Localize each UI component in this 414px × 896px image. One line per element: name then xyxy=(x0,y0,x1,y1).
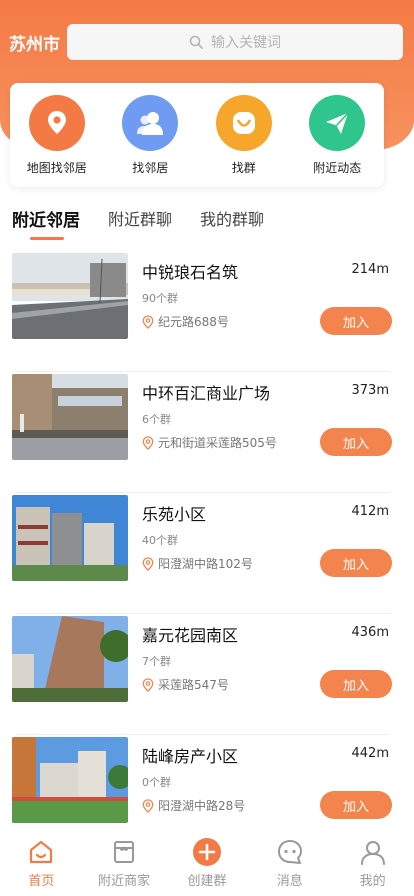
quick-action-nearby-feed[interactable]: 附近动态 xyxy=(291,95,383,176)
community-photo xyxy=(12,253,128,339)
distance: 442m xyxy=(351,746,389,761)
search-placeholder: 输入关键词 xyxy=(211,35,281,51)
store-icon xyxy=(110,836,138,868)
community-photo xyxy=(12,495,128,581)
join-button[interactable]: 加入 xyxy=(320,549,392,577)
community-name: 中环百汇商业广场 xyxy=(142,384,271,403)
nav-nearby-stores[interactable]: 附近商家 xyxy=(83,836,165,889)
quick-action-label: 找群 xyxy=(231,161,256,175)
message-icon xyxy=(276,836,304,868)
join-button[interactable]: 加入 xyxy=(320,307,392,335)
nav-profile[interactable]: 我的 xyxy=(332,836,414,889)
location-icon xyxy=(142,556,154,571)
address: 元和街道采莲路505号 xyxy=(142,434,277,451)
address-text: 纪元路688号 xyxy=(158,315,229,329)
nav-home[interactable]: 首页 xyxy=(0,836,82,889)
search-icon xyxy=(189,35,203,49)
address-text: 阳澄湖中路102号 xyxy=(158,557,253,571)
nav-label: 消息 xyxy=(276,874,303,889)
city-selector[interactable]: 苏州市 xyxy=(9,30,67,55)
community-list: 中锐琅石名筑 214m 90个群 纪元路688号 加入 中环百汇商业广场 373… xyxy=(12,253,402,858)
community-name: 中锐琅石名筑 xyxy=(142,263,239,282)
nav-label: 创建群 xyxy=(187,874,227,889)
address: 采莲路547号 xyxy=(142,676,229,693)
neighbors-icon xyxy=(122,95,179,151)
quick-action-label: 附近动态 xyxy=(313,161,362,175)
smile-icon xyxy=(215,95,272,151)
quick-action-map-neighbors[interactable]: 地图找邻居 xyxy=(11,95,103,176)
location-icon xyxy=(142,314,154,329)
distance: 412m xyxy=(351,504,389,519)
profile-icon xyxy=(359,836,387,868)
nav-create-group[interactable]: 创建群 xyxy=(166,836,248,889)
distance: 436m xyxy=(351,625,389,640)
distance: 373m xyxy=(351,383,389,398)
paper-plane-icon xyxy=(309,95,366,151)
address: 纪元路688号 xyxy=(142,313,229,330)
nav-label: 我的 xyxy=(359,874,386,889)
address-text: 阳澄湖中路28号 xyxy=(158,799,246,813)
join-button[interactable]: 加入 xyxy=(320,428,392,456)
community-name: 陆峰房产小区 xyxy=(142,747,239,766)
group-count: 7个群 xyxy=(142,655,171,668)
quick-action-find-neighbors[interactable]: 找邻居 xyxy=(104,95,196,176)
address-text: 采莲路547号 xyxy=(158,678,229,692)
community-name: 乐苑小区 xyxy=(142,505,207,524)
nav-messages[interactable]: 消息 xyxy=(249,836,331,889)
home-icon xyxy=(27,836,55,868)
map-pin-icon xyxy=(28,95,85,151)
quick-actions-card: 地图找邻居 找邻居 找群 附近动态 xyxy=(10,83,384,187)
address-text: 元和街道采莲路505号 xyxy=(158,436,277,450)
quick-action-label: 找邻居 xyxy=(132,161,169,175)
list-item[interactable]: 中锐琅石名筑 214m 90个群 纪元路688号 加入 xyxy=(12,253,402,374)
bottom-navigation: 首页 附近商家 创建群 消息 我的 xyxy=(0,836,414,896)
location-icon xyxy=(142,798,154,813)
address: 阳澄湖中路28号 xyxy=(142,797,245,814)
group-count: 90个群 xyxy=(142,292,178,305)
location-icon xyxy=(142,677,154,692)
join-button[interactable]: 加入 xyxy=(320,670,392,698)
community-name: 嘉元花园南区 xyxy=(142,626,239,645)
community-photo xyxy=(12,616,128,702)
nav-label: 首页 xyxy=(28,874,55,889)
group-count: 6个群 xyxy=(142,413,171,426)
community-photo xyxy=(12,737,128,823)
distance: 214m xyxy=(351,262,389,277)
nav-label: 附近商家 xyxy=(98,874,151,889)
list-item[interactable]: 中环百汇商业广场 373m 6个群 元和街道采莲路505号 加入 xyxy=(12,371,402,495)
group-count: 40个群 xyxy=(142,534,178,547)
search-bar[interactable]: 输入关键词 xyxy=(67,24,403,60)
top-bar: 苏州市 输入关键词 xyxy=(0,22,414,62)
tab-nearby-neighbors[interactable]: 附近邻居 xyxy=(12,206,80,240)
list-item[interactable]: 嘉元花园南区 436m 7个群 采莲路547号 加入 xyxy=(12,613,402,737)
tab-my-groups[interactable]: 我的群聊 xyxy=(200,206,264,236)
community-photo xyxy=(12,374,128,460)
location-icon xyxy=(142,435,154,450)
plus-circle-icon xyxy=(192,836,222,868)
quick-action-label: 地图找邻居 xyxy=(26,161,87,175)
group-count: 0个群 xyxy=(142,776,171,789)
address: 阳澄湖中路102号 xyxy=(142,555,253,572)
quick-action-find-groups[interactable]: 找群 xyxy=(198,95,290,176)
join-button[interactable]: 加入 xyxy=(320,791,392,819)
list-item[interactable]: 乐苑小区 412m 40个群 阳澄湖中路102号 加入 xyxy=(12,492,402,616)
tab-bar: 附近邻居 附近群聊 我的群聊 xyxy=(12,206,292,240)
tab-nearby-groups[interactable]: 附近群聊 xyxy=(108,206,172,236)
